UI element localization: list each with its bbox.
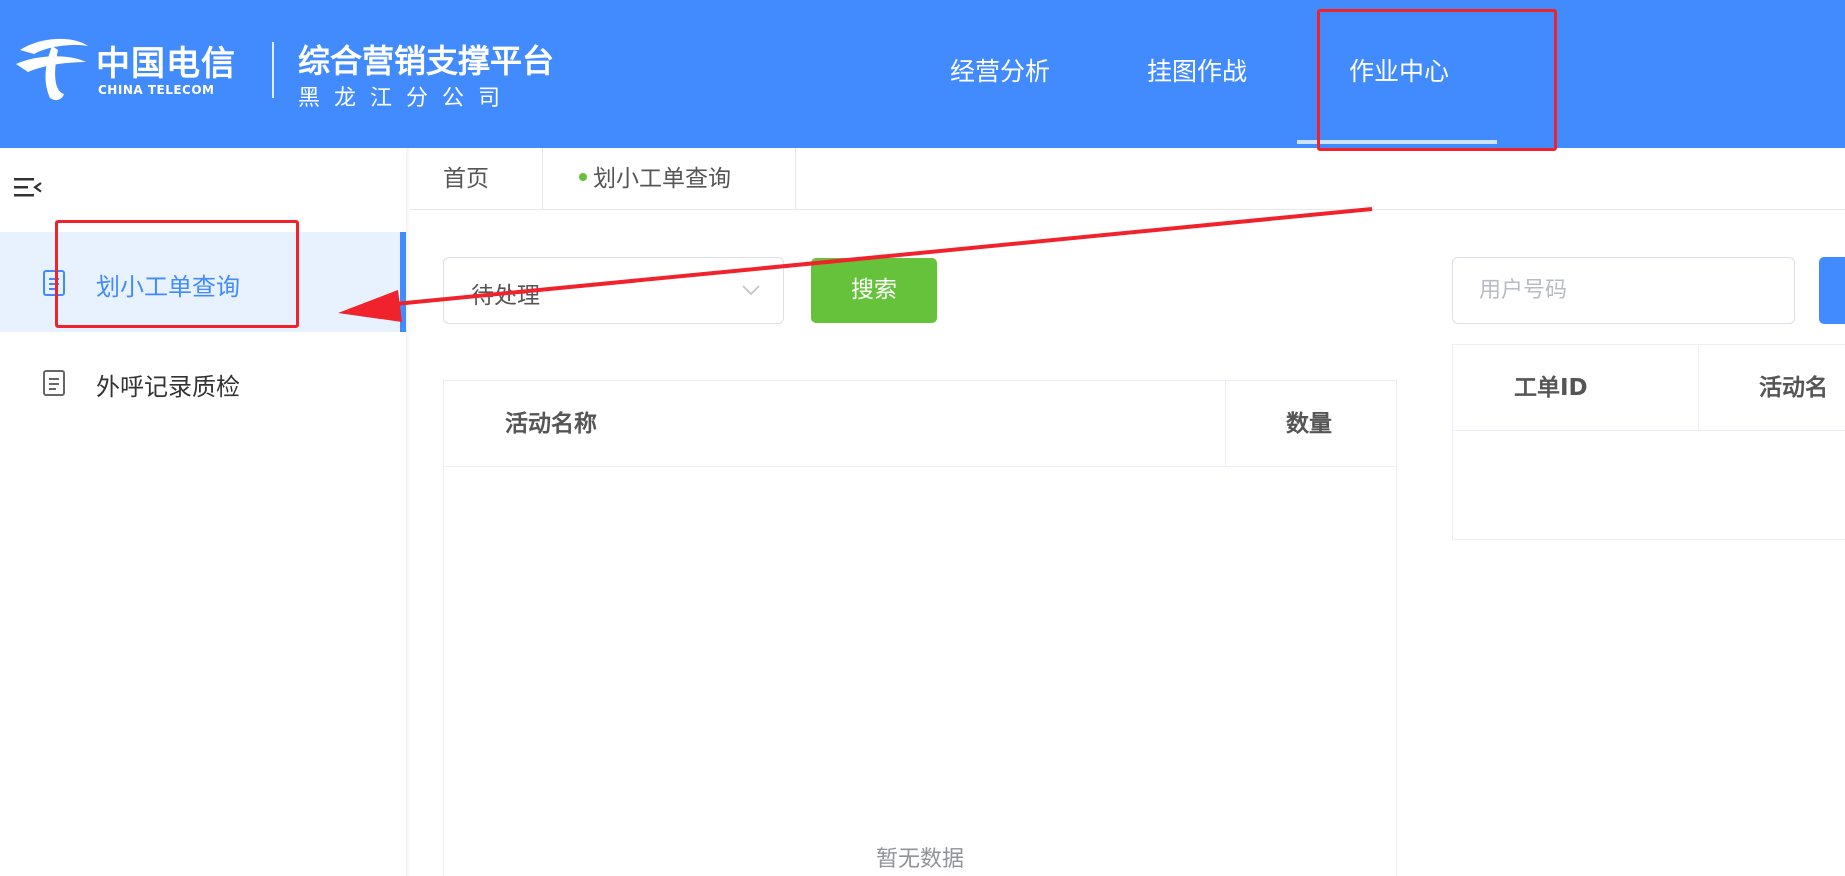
sidebar-item-call-record-inspection[interactable]: 外呼记录质检: [0, 332, 406, 432]
document-icon: [43, 370, 65, 396]
work-order-table: 工单ID 活动名: [1452, 344, 1845, 540]
breadcrumb: 首页 划小工单查询: [410, 148, 1845, 210]
sidebar-item-label: 外呼记录质检: [96, 373, 240, 401]
document-icon: [43, 270, 65, 296]
menu-fold-icon[interactable]: [12, 174, 44, 202]
activity-table-header: 活动名称 数量: [444, 381, 1396, 467]
column-header-quantity[interactable]: 数量: [1286, 381, 1332, 467]
top-header: 中国电信 CHINA TELECOM 综合营销支撑平台 黑龙江分公司 经营分析 …: [0, 0, 1845, 148]
tab-work-order-query[interactable]: 划小工单查询: [543, 148, 796, 210]
nav-item-map-battle[interactable]: 挂图作战: [1147, 52, 1247, 88]
search-button[interactable]: 搜索: [811, 258, 937, 323]
user-number-input[interactable]: [1452, 257, 1795, 324]
query-button[interactable]: [1819, 257, 1845, 324]
tab-work-order-query-label: 划小工单查询: [593, 166, 731, 192]
empty-state-text: 暂无数据: [875, 847, 964, 872]
active-dot-icon: [579, 172, 587, 181]
nav-item-operation-center[interactable]: 作业中心: [1349, 52, 1449, 88]
column-header-activity-name[interactable]: 活动名: [1759, 345, 1828, 431]
tab-home[interactable]: 首页: [410, 148, 543, 210]
logo-chinese-name: 中国电信: [96, 44, 236, 84]
sidebar-item-work-order-query[interactable]: 划小工单查询: [0, 232, 406, 332]
column-divider: [1698, 345, 1699, 431]
status-select-value: 待处理: [471, 283, 540, 309]
platform-subtitle: 黑龙江分公司: [298, 86, 515, 111]
column-header-work-order-id[interactable]: 工单ID: [1514, 345, 1588, 431]
activity-table: 活动名称 数量 暂无数据: [443, 380, 1397, 876]
sidebar-active-bar: [400, 232, 406, 332]
logo-divider: [272, 42, 274, 98]
china-telecom-logo-icon: [16, 38, 88, 101]
platform-title: 综合营销支撑平台: [298, 42, 555, 80]
column-header-activity-name[interactable]: 活动名称: [505, 381, 597, 467]
status-select[interactable]: 待处理: [443, 257, 784, 324]
tab-home-label: 首页: [443, 166, 489, 192]
nav-item-business-analysis[interactable]: 经营分析: [950, 52, 1050, 88]
column-divider: [1225, 381, 1226, 467]
logo-english-name: CHINA TELECOM: [98, 83, 215, 97]
sidebar-divider: [406, 148, 410, 876]
nav-active-indicator: [1297, 140, 1497, 144]
chevron-down-icon: [742, 285, 760, 296]
work-order-table-header: 工单ID 活动名: [1453, 345, 1845, 431]
sidebar-item-label: 划小工单查询: [96, 273, 240, 301]
